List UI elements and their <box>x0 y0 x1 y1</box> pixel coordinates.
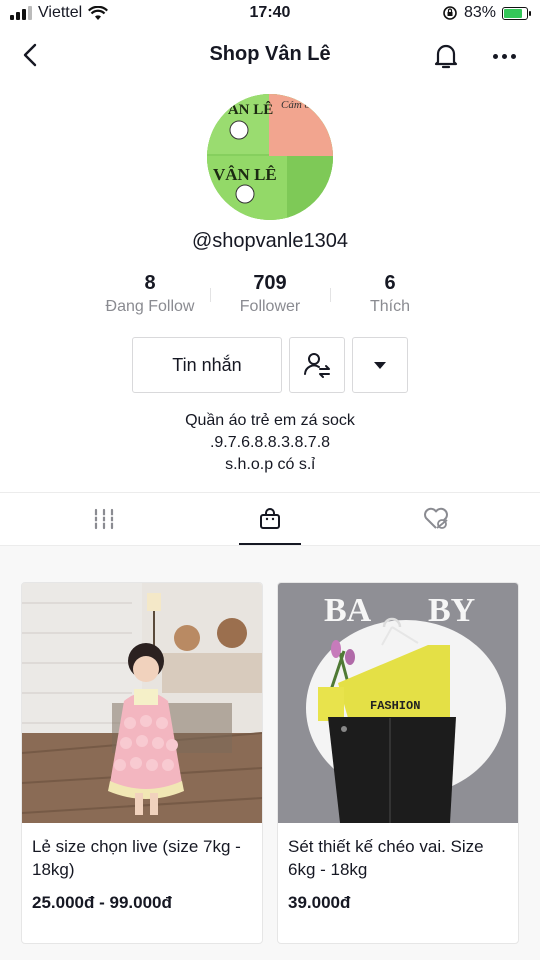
battery-fill <box>504 8 523 18</box>
profile-tabs <box>0 492 540 546</box>
stats-row: 8 Đang Follow 709 Follower 6 Thích <box>0 272 540 322</box>
product-image <box>22 583 262 823</box>
stat-likes-value: 6 <box>384 272 396 294</box>
status-right: 83% <box>442 4 531 22</box>
tab-liked[interactable] <box>346 493 526 545</box>
dot-icon <box>492 53 498 59</box>
product-title: Sét thiết kế chéo vai. Size 6kg - 18kg <box>288 837 484 879</box>
tab-videos[interactable] <box>14 493 194 545</box>
stat-following[interactable]: 8 Đang Follow <box>90 272 210 316</box>
stat-following-label: Đang Follow <box>105 298 195 315</box>
caret-down-icon <box>374 361 386 369</box>
profile-bio: Quần áo trẻ em zá sock .9.7.6.8.8.3.8.7.… <box>0 410 540 476</box>
stat-followers[interactable]: 709 Follower <box>210 272 330 316</box>
product-photo <box>22 583 262 823</box>
bell-icon <box>434 44 458 69</box>
battery-percent: 83% <box>463 4 496 21</box>
product-price: 25.000đ - 99.000đ <box>32 893 172 912</box>
message-button[interactable]: Tin nhắn <box>132 337 282 393</box>
shopping-bag-icon <box>260 508 280 529</box>
product-card[interactable]: BA BY FASHION Sét thiết kế chéo vai. Siz… <box>277 582 519 944</box>
product-card[interactable]: Lẻ size chọn live (size 7kg - 18kg) 25.0… <box>21 582 263 944</box>
svg-text:BA: BA <box>324 592 372 629</box>
bio-line: .9.7.6.8.8.3.8.7.8 <box>209 434 331 451</box>
battery-icon <box>502 6 531 20</box>
tab-shop[interactable] <box>180 493 360 545</box>
svg-text:VÂN LÊ: VÂN LÊ <box>217 101 273 118</box>
product-price: 39.000đ <box>288 893 351 912</box>
orientation-lock-icon <box>443 6 457 20</box>
dot-icon <box>510 53 516 59</box>
avatar[interactable]: VÂN LÊ VÂN LÊ Cám ơn <box>207 94 333 220</box>
follow-toggle-button[interactable] <box>289 337 345 393</box>
stat-likes[interactable]: 6 Thích <box>330 272 450 316</box>
stat-following-value: 8 <box>144 272 156 294</box>
active-tab-indicator <box>239 543 301 545</box>
notification-button[interactable] <box>430 40 462 72</box>
product-image: BA BY FASHION <box>278 583 518 823</box>
svg-text:BY: BY <box>428 592 475 629</box>
avatar-image: VÂN LÊ VÂN LÊ Cám ơn <box>207 94 333 220</box>
stat-followers-value: 709 <box>253 272 287 294</box>
header: Shop Vân Lê <box>0 30 540 80</box>
svg-text:Cám ơn: Cám ơn <box>281 99 316 111</box>
profile-handle: @shopvanle1304 <box>192 230 348 252</box>
dot-icon <box>501 53 507 59</box>
grid-icon <box>94 508 114 530</box>
stat-followers-label: Follower <box>239 298 301 315</box>
user-swap-icon <box>304 353 330 378</box>
bio-line: Quần áo trẻ em zá sock <box>185 412 355 429</box>
svg-text:FASHION: FASHION <box>370 699 420 713</box>
stat-likes-label: Thích <box>369 298 410 315</box>
status-bar: Viettel 17:40 83% <box>0 0 540 30</box>
bio-line: s.h.o.p có s.ỉ <box>225 456 315 473</box>
more-suggestions-button[interactable] <box>352 337 408 393</box>
product-title: Lẻ size chọn live (size 7kg - 18kg) <box>32 837 241 879</box>
product-photo: BA BY FASHION <box>278 583 518 823</box>
heart-hidden-icon <box>424 507 448 529</box>
more-options-button[interactable] <box>486 40 522 72</box>
svg-text:VÂN LÊ: VÂN LÊ <box>213 165 277 184</box>
